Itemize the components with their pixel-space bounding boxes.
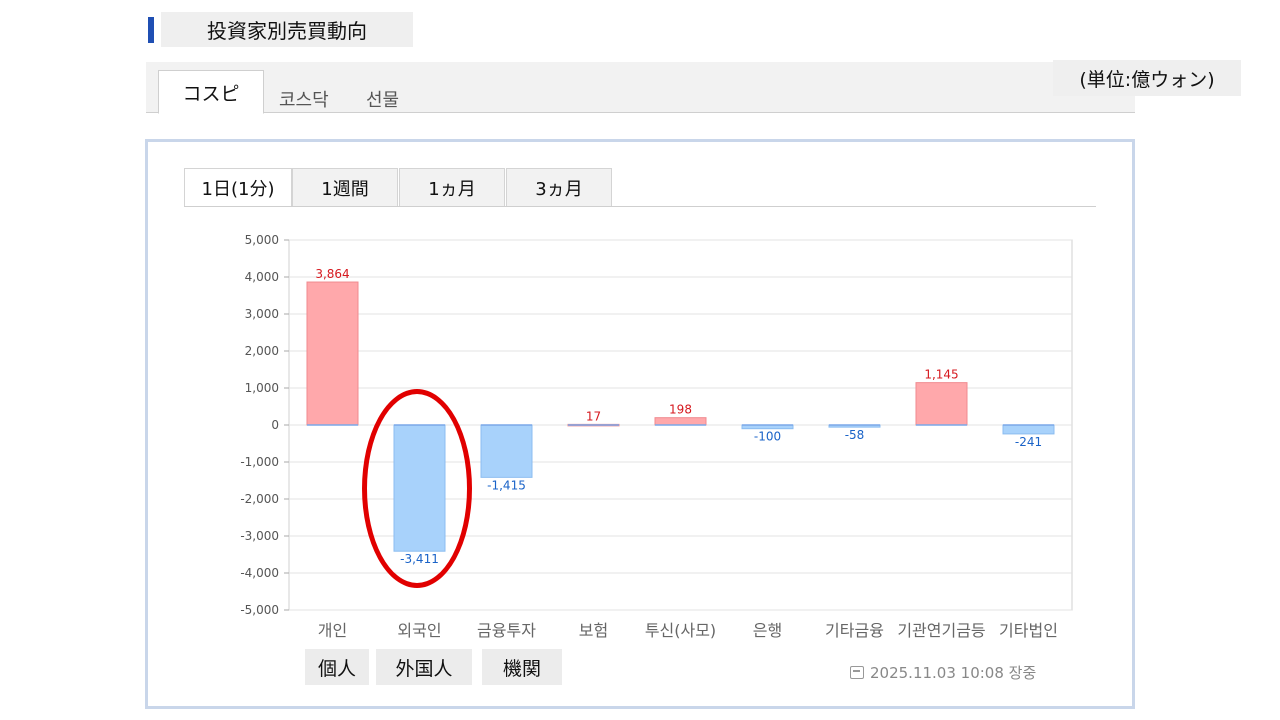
x-tick-label: 투신(사모): [645, 621, 716, 640]
bar-2: [480, 424, 533, 478]
timestamp: 2025.11.03 10:08 장중: [850, 662, 1036, 683]
annotation-individual: 個人: [305, 649, 369, 685]
timestamp-text: 2025.11.03 10:08 장중: [870, 664, 1037, 682]
y-tick-label: -4,000: [240, 566, 279, 580]
bar-7: [915, 382, 968, 426]
y-tick-label: 1,000: [245, 381, 279, 395]
data-label: 3,864: [315, 267, 349, 281]
data-label: -241: [1015, 435, 1042, 449]
y-tick-label: -1,000: [240, 455, 279, 469]
bar-chart: 5,000 4,000 3,000 2,000 1,000 0 -1,000 -2,000 -3…: [240, 233, 1073, 640]
data-label: 1,145: [924, 368, 958, 382]
annotation-institution: 機関: [482, 649, 562, 685]
data-label: -58: [845, 428, 865, 442]
data-label: 198: [669, 403, 692, 417]
x-tick-label: 보험: [579, 621, 608, 640]
bar-4: [654, 417, 707, 426]
y-tick-label: 4,000: [245, 270, 279, 284]
x-tick-label: 기관연기금등: [897, 621, 985, 640]
data-label: -3,411: [400, 552, 439, 566]
x-tick-label: 은행: [753, 621, 782, 640]
y-tick-label: -5,000: [240, 603, 279, 617]
x-tick-label: 개인: [318, 621, 347, 640]
y-tick-label: -3,000: [240, 529, 279, 543]
y-tick-label: -2,000: [240, 492, 279, 506]
y-tick-label: 0: [271, 418, 279, 432]
x-tick-label: 기타법인: [999, 621, 1058, 640]
data-label: -1,415: [487, 478, 526, 492]
bar-1: [393, 424, 446, 552]
x-tick-label: 금융투자: [477, 621, 536, 640]
x-tick-label: 기타금융: [825, 621, 884, 640]
calendar-icon: [850, 666, 864, 679]
x-tick-label: 외국인: [397, 621, 441, 640]
y-tick-label: 2,000: [245, 344, 279, 358]
data-label: -100: [754, 430, 781, 444]
y-tick-label: 5,000: [245, 233, 279, 247]
annotation-foreign: 外国人: [376, 649, 472, 685]
y-tick-label: 3,000: [245, 307, 279, 321]
bar-0: [306, 281, 359, 426]
bar-8: [1002, 424, 1055, 435]
data-label: 17: [586, 409, 601, 423]
